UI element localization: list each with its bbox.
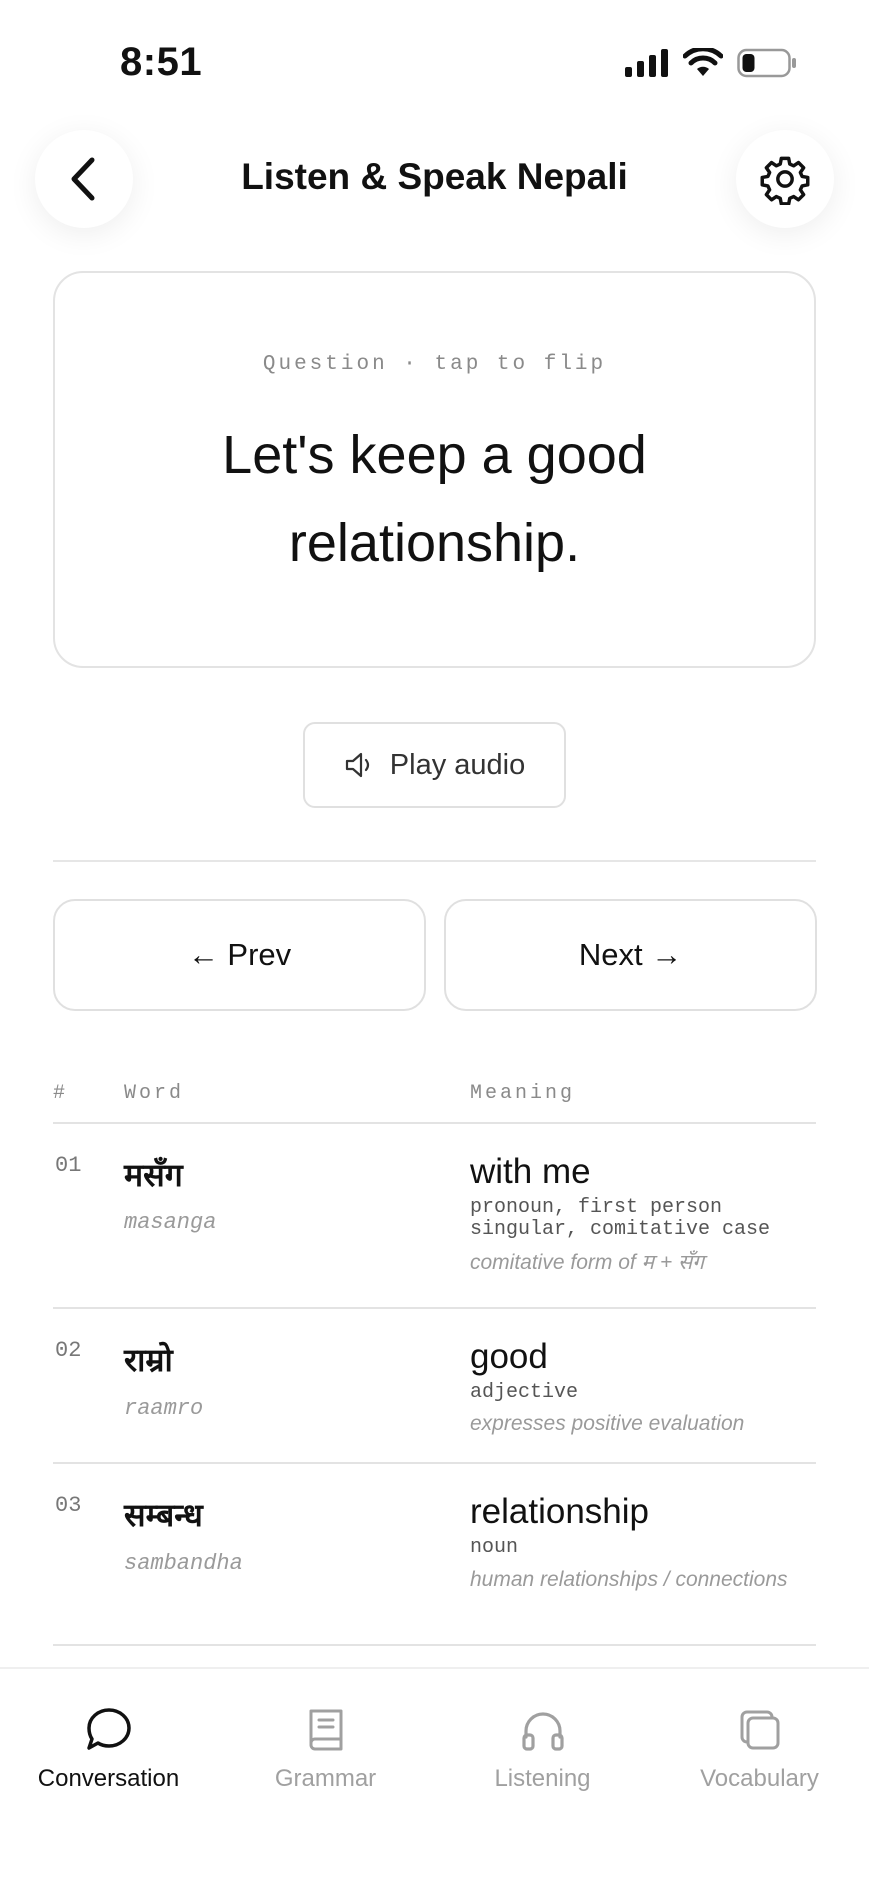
row-transliteration: raamro [124,1396,204,1421]
tab-conversation[interactable]: Conversation [0,1705,217,1793]
row-number: 03 [55,1493,82,1518]
column-header-meaning: Meaning [470,1082,576,1105]
tab-grammar[interactable]: Grammar [217,1705,434,1793]
row-transliteration: sambandha [124,1551,243,1576]
row-note: expresses positive evaluation [470,1412,745,1435]
tab-label: Listening [494,1765,591,1792]
row-divider [53,1307,816,1309]
cards-icon [740,1710,779,1750]
gear-icon [760,156,810,205]
row-word: सम्बन्ध [124,1496,203,1534]
row-part-of-speech: pronoun, first person singular, comitati… [470,1196,771,1241]
row-part-of-speech: noun [470,1536,519,1559]
row-divider [53,1644,816,1646]
column-header-word: Word [124,1082,185,1105]
card-hint: Question · tap to flip [262,353,607,376]
row-part-of-speech: adjective [470,1381,579,1404]
book-icon [309,1709,342,1751]
battery-icon [737,48,796,78]
status-time: 8:51 [120,40,203,84]
status-icons [625,48,797,78]
headphones-icon [521,1712,564,1751]
row-divider [53,1462,816,1464]
chat-bubble-icon [86,1708,131,1750]
row-note: human relationships / connections [470,1568,788,1591]
row-word: मसँग [124,1156,183,1194]
prev-button[interactable]: ← Prev [53,899,426,1011]
flash-card[interactable]: Question · tap to flip Let's keep a good… [53,271,816,668]
status-bar: 8:51 [0,0,869,120]
prev-label: ← Prev [187,937,292,972]
row-number: 02 [55,1338,82,1363]
wifi-icon [683,48,723,76]
signal-icon [625,49,668,77]
row-number: 01 [55,1153,82,1178]
tab-label: Vocabulary [700,1765,819,1792]
bottom-tab-bar: Conversation Grammar Listening Vocabular… [0,1667,869,1884]
row-transliteration: masanga [124,1210,217,1235]
table-header-divider [53,1122,816,1124]
row-word: राम्रो [124,1341,173,1379]
settings-button[interactable] [736,130,834,228]
divider [53,860,816,862]
tab-label: Grammar [274,1765,377,1792]
play-audio-label: Play audio [389,748,526,781]
card-question-text: Let's keep a good relationship. [222,425,647,573]
play-audio-button[interactable]: Play audio [303,722,566,808]
tab-label: Conversation [37,1765,180,1792]
row-meaning: relationship [470,1492,649,1531]
row-meaning: with me [470,1152,591,1191]
tab-listening[interactable]: Listening [434,1705,651,1793]
next-button[interactable]: Next → [444,899,817,1011]
column-header-num: # [53,1082,69,1105]
tab-vocabulary[interactable]: Vocabulary [651,1705,868,1793]
speaker-icon [345,752,369,778]
row-meaning: good [470,1337,548,1376]
next-label: Next → [578,937,683,972]
row-note: comitative form of म + सँग [470,1251,705,1274]
